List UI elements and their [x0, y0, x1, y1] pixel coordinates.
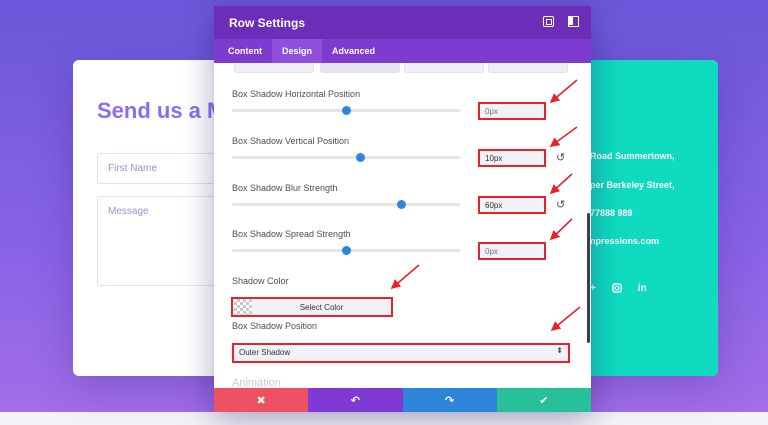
- v-position-input[interactable]: [478, 149, 546, 167]
- spread-input[interactable]: [478, 242, 546, 260]
- social-icons: + in: [590, 283, 647, 296]
- instagram-icon[interactable]: [611, 283, 622, 296]
- page-bottom-strip: [0, 412, 768, 425]
- modal-footer: ✖ ↶ ↷ ✔: [214, 388, 591, 412]
- address-line: Road Summertown,: [590, 151, 675, 161]
- message-placeholder: Message: [108, 206, 149, 217]
- contact-info-panel: Road Summertown, per Berkeley Street, 77…: [590, 60, 718, 376]
- shadow-color-picker[interactable]: Select Color: [231, 297, 393, 317]
- first-name-placeholder: First Name: [108, 163, 157, 174]
- select-color-button[interactable]: Select Color: [252, 303, 391, 312]
- check-icon: ✔: [539, 394, 549, 407]
- reset-icon[interactable]: ↺: [556, 200, 566, 211]
- spread-slider[interactable]: [232, 246, 460, 255]
- blur-input[interactable]: [478, 196, 546, 214]
- h-position-slider[interactable]: [232, 106, 460, 115]
- h-position-input[interactable]: [478, 102, 546, 120]
- slider-knob[interactable]: [342, 246, 351, 255]
- preset-option[interactable]: [488, 63, 568, 73]
- contact-title: Send us a M: [97, 98, 226, 123]
- undo-icon: ↶: [350, 394, 360, 407]
- modal-tabs: Content Design Advanced: [214, 39, 591, 63]
- shadow-color-label: Shadow Color: [232, 276, 289, 286]
- blur-label: Box Shadow Blur Strength: [232, 183, 338, 193]
- save-button[interactable]: ✔: [496, 388, 591, 412]
- slider-knob[interactable]: [342, 106, 351, 115]
- preset-option[interactable]: [234, 63, 314, 73]
- blur-slider[interactable]: [232, 200, 460, 209]
- close-icon: ✖: [256, 394, 266, 407]
- tab-advanced[interactable]: Advanced: [322, 39, 385, 63]
- header-icons: [543, 16, 579, 27]
- h-position-label: Box Shadow Horizontal Position: [232, 89, 361, 99]
- modal-title: Row Settings: [229, 15, 306, 30]
- shadow-position-value: Outer Shadow: [239, 348, 291, 357]
- modal-body: Box Shadow Horizontal Position Box Shado…: [214, 63, 591, 388]
- cancel-button[interactable]: ✖: [214, 388, 309, 412]
- linkedin-icon[interactable]: in: [638, 283, 647, 296]
- tab-content[interactable]: Content: [218, 39, 272, 63]
- sidebar-layout-icon[interactable]: [568, 16, 579, 27]
- street-line: per Berkeley Street,: [590, 180, 675, 190]
- first-name-field[interactable]: First Name: [97, 153, 227, 184]
- phone-line: 77888 989: [590, 208, 633, 218]
- row-settings-modal: Row Settings Content Design Advanced Box…: [214, 6, 591, 412]
- slider-knob[interactable]: [355, 153, 365, 162]
- modal-header: Row Settings: [214, 6, 591, 39]
- preset-option[interactable]: [404, 63, 484, 73]
- shadow-position-label: Box Shadow Position: [232, 321, 318, 331]
- tab-design[interactable]: Design: [272, 39, 323, 63]
- preset-option[interactable]: [320, 63, 400, 73]
- redo-button[interactable]: ↷: [402, 388, 497, 412]
- email-line: npressions.com: [590, 236, 660, 246]
- v-position-slider[interactable]: [232, 153, 460, 162]
- shadow-position-select[interactable]: Outer Shadow ⬍: [232, 343, 570, 363]
- spread-label: Box Shadow Spread Strength: [232, 229, 351, 239]
- scrollbar[interactable]: [587, 213, 590, 343]
- select-arrows-icon: ⬍: [556, 346, 563, 355]
- v-position-label: Box Shadow Vertical Position: [232, 136, 350, 146]
- redo-icon: ↷: [445, 394, 455, 407]
- undo-button[interactable]: ↶: [308, 388, 403, 412]
- reset-icon[interactable]: ↺: [556, 153, 566, 164]
- expand-icon[interactable]: [543, 16, 554, 27]
- transparent-swatch: [234, 299, 252, 315]
- animation-section-header[interactable]: Animation: [232, 377, 281, 388]
- message-field[interactable]: Message: [97, 196, 227, 286]
- slider-knob[interactable]: [396, 200, 406, 209]
